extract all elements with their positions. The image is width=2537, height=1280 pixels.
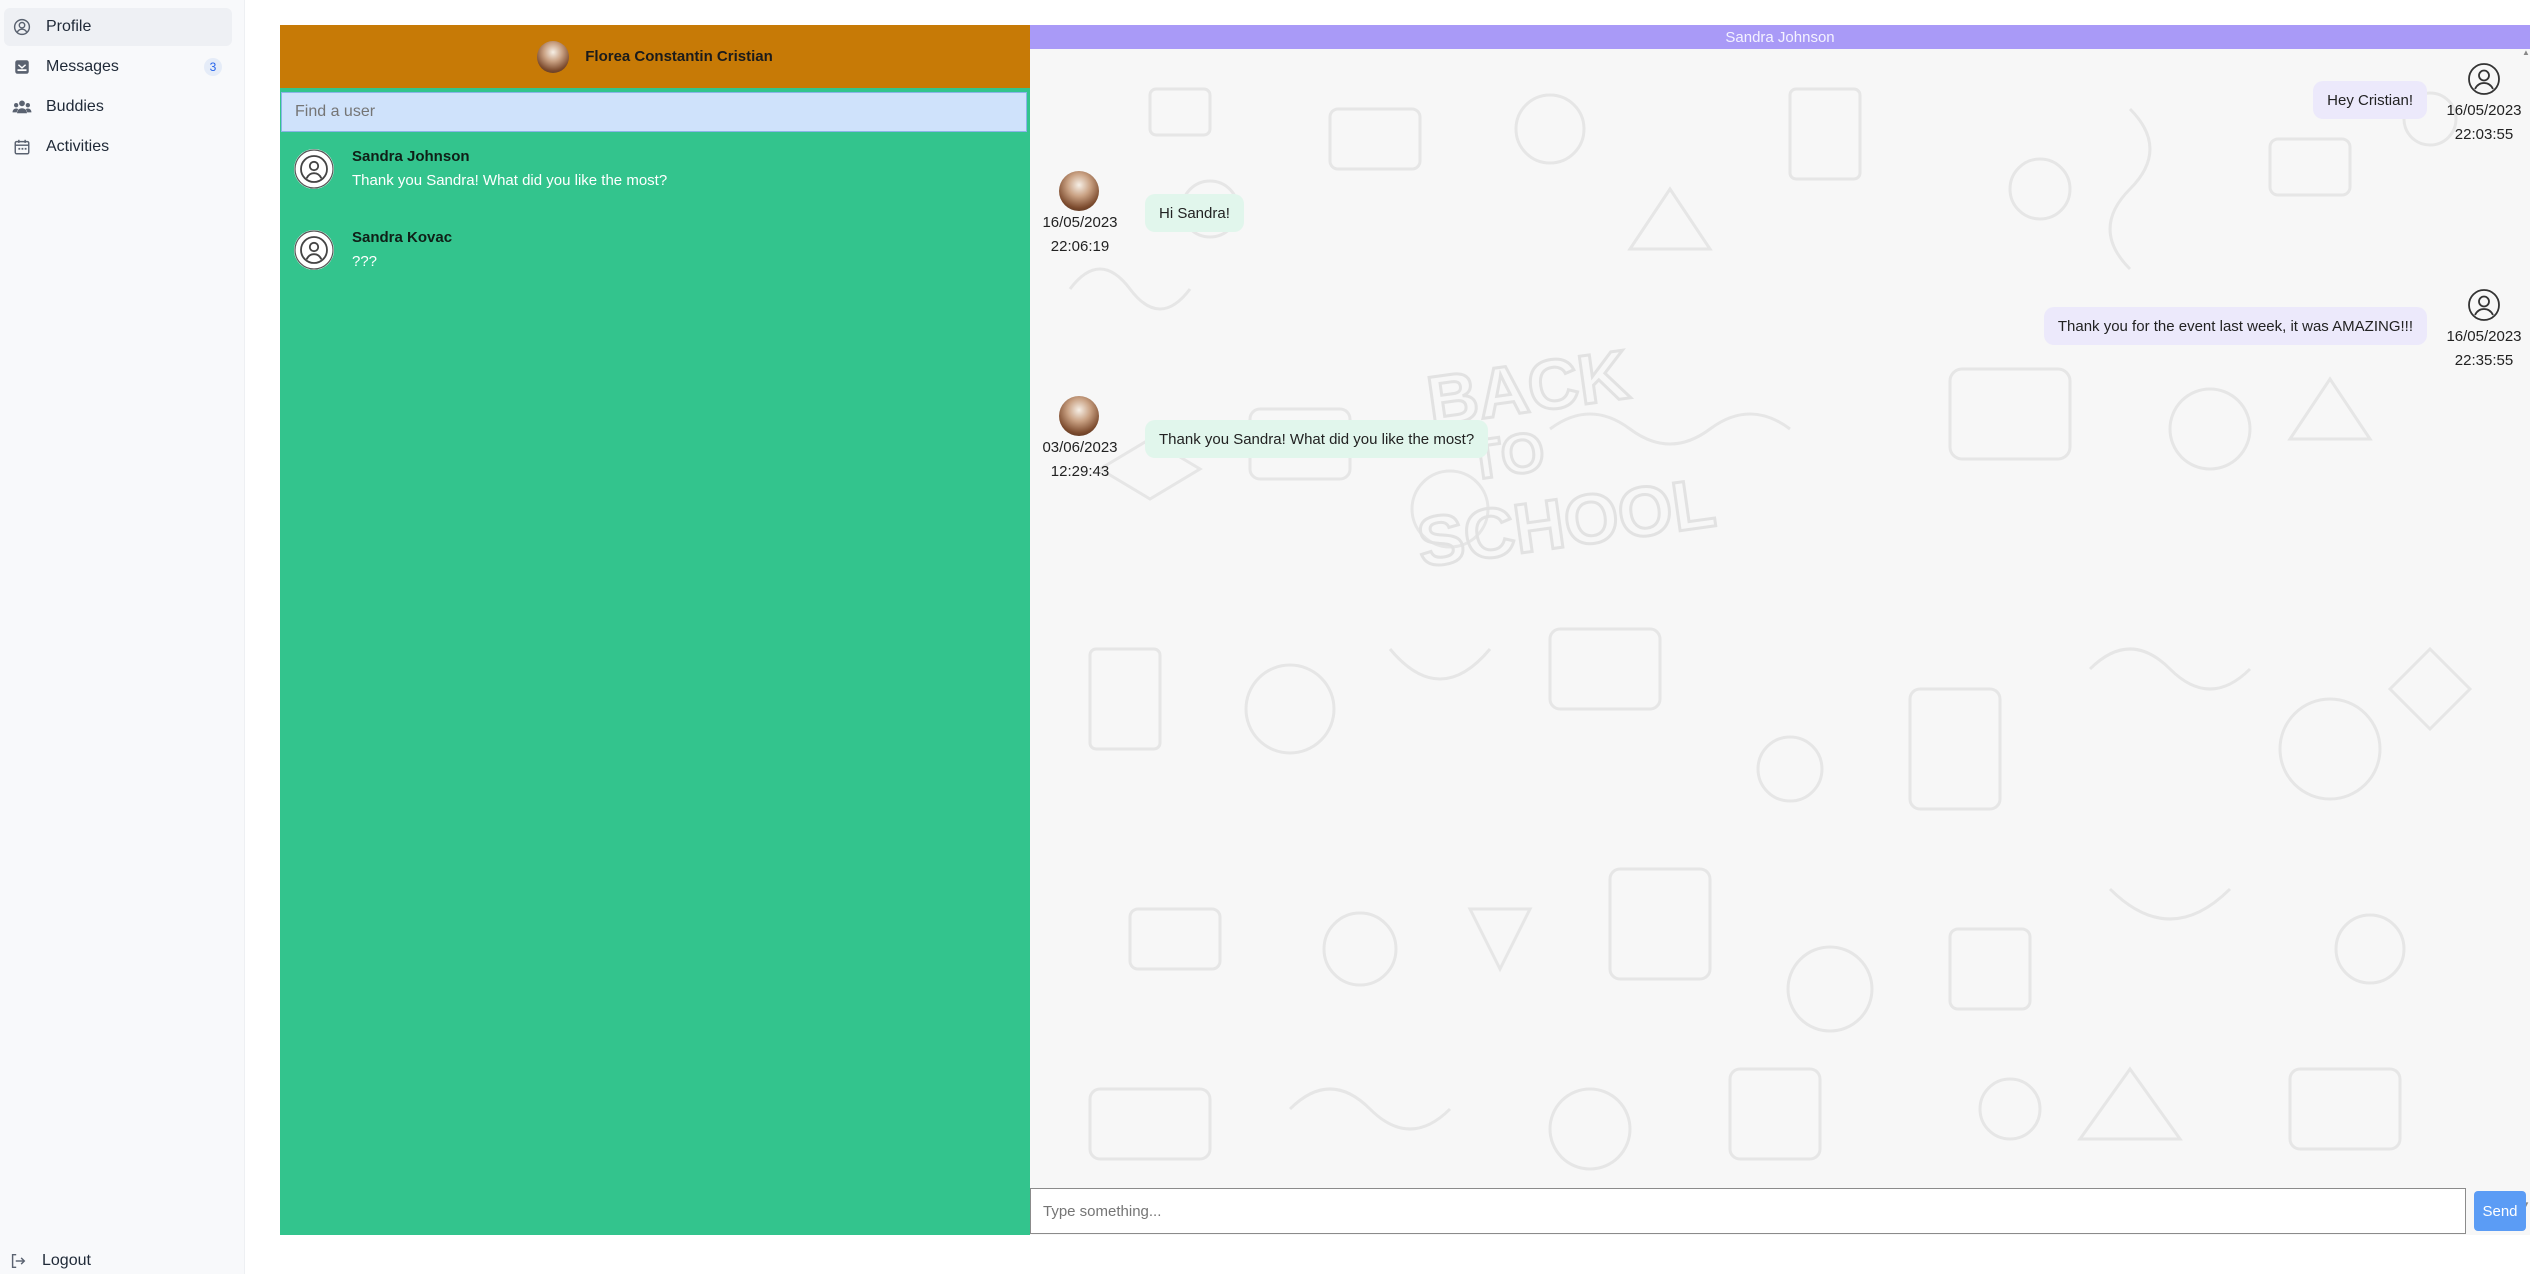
conversation-name: Sandra Johnson: [352, 148, 470, 165]
sidebar-item-label: Activities: [46, 138, 110, 155]
unread-count-badge: 3: [204, 58, 222, 76]
chat-panel: Sandra Johnson BACK TO SCHOOL ▲ 16/05/20…: [1030, 25, 2530, 1235]
message-time: 22:06:19: [1050, 238, 1110, 255]
message-date: 16/05/2023: [1042, 214, 1118, 231]
message-date: 03/06/2023: [1042, 439, 1118, 456]
sender-avatar[interactable]: [1059, 396, 1099, 436]
chat-scrollbar[interactable]: ▲ ▼: [2522, 49, 2530, 1209]
sidebar-item-profile[interactable]: Profile: [4, 8, 232, 46]
message-bubble-incoming: Hi Sandra!: [1145, 194, 1244, 232]
message-timestamp: 16/05/2023 22:03:55: [2430, 99, 2537, 147]
sidebar-item-label: Messages: [46, 58, 119, 75]
conversation-item-sandra-kovac[interactable]: Sandra Kovac ???: [280, 218, 1030, 294]
conversation-name: Sandra Kovac: [352, 229, 453, 246]
conversation-list-panel: Florea Constantin Cristian Sandra Johnso…: [280, 25, 1030, 1235]
user-outline-icon: [2466, 61, 2502, 97]
message-bubble-incoming: Thank you Sandra! What did you like the …: [1145, 420, 1489, 458]
message-timestamp: 16/05/2023 22:35:55: [2430, 325, 2537, 373]
chat-background-pattern: BACK TO SCHOOL: [1030, 49, 2522, 1209]
sidebar-item-activities[interactable]: Activities: [4, 128, 232, 166]
sidebar-item-buddies[interactable]: Buddies: [4, 88, 232, 126]
logout-button[interactable]: Logout: [0, 1242, 228, 1280]
user-outline-icon: [2466, 287, 2502, 323]
message-timestamp: 03/06/2023 12:29:43: [1030, 436, 1130, 484]
message-input[interactable]: [1030, 1188, 2466, 1234]
user-circle-icon: [294, 149, 334, 189]
message-time: 22:03:55: [2454, 126, 2514, 143]
user-circle-icon: [12, 17, 32, 37]
conversation-preview: Thank you Sandra! What did you like the …: [352, 172, 668, 189]
sidebar: Profile Messages 3 Buddies Activities Lo…: [0, 0, 245, 1274]
send-button[interactable]: Send: [2474, 1191, 2526, 1231]
scroll-up-arrow-icon[interactable]: ▲: [2522, 49, 2530, 57]
chat-title: Sandra Johnson: [1030, 25, 2530, 49]
conversation-preview: ???: [352, 253, 378, 270]
sidebar-item-label: Profile: [46, 18, 92, 35]
users-icon: [12, 97, 32, 117]
current-user-header: Florea Constantin Cristian: [280, 25, 1030, 88]
logout-icon: [8, 1251, 28, 1271]
sender-avatar[interactable]: [1059, 171, 1099, 211]
current-user-name: Florea Constantin Cristian: [585, 48, 773, 65]
message-timestamp: 16/05/2023 22:06:19: [1030, 211, 1130, 259]
sidebar-item-messages[interactable]: Messages 3: [4, 48, 232, 86]
logout-label: Logout: [42, 1252, 91, 1269]
message-date: 16/05/2023: [2446, 102, 2522, 119]
svg-text:SCHOOL: SCHOOL: [1412, 463, 1719, 582]
inbox-icon: [12, 57, 32, 77]
user-circle-icon: [294, 230, 334, 270]
sidebar-item-label: Buddies: [46, 98, 104, 115]
current-user-avatar[interactable]: [537, 40, 570, 73]
find-user-input[interactable]: [281, 92, 1027, 132]
message-bubble-outgoing: Hey Cristian!: [2313, 81, 2427, 119]
calendar-icon: [12, 137, 32, 157]
message-bubble-outgoing: Thank you for the event last week, it wa…: [2043, 307, 2427, 345]
conversation-item-sandra-johnson[interactable]: Sandra Johnson Thank you Sandra! What di…: [280, 137, 1030, 213]
message-date: 16/05/2023: [2446, 328, 2522, 345]
message-time: 12:29:43: [1050, 463, 1110, 480]
message-time: 22:35:55: [2454, 352, 2514, 369]
